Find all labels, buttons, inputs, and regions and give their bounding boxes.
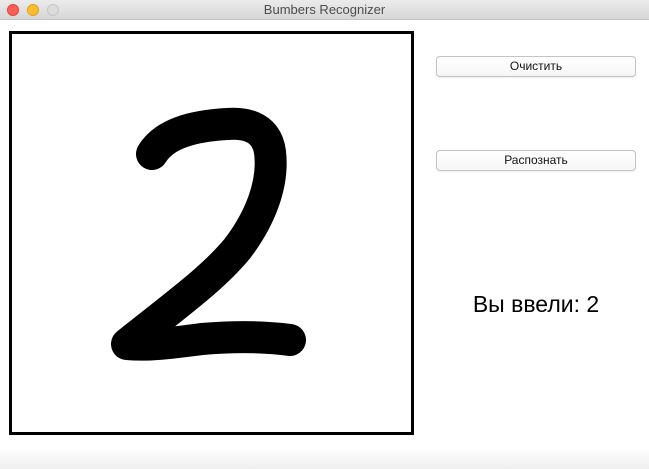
recognize-button[interactable]: Распознать [436, 150, 636, 171]
title-bar[interactable]: Bumbers Recognizer [0, 0, 649, 20]
window-bottom-bar [0, 447, 649, 469]
handwritten-digit-drawing [111, 107, 306, 361]
digit-stroke [111, 107, 306, 361]
app-window: Bumbers Recognizer Очистить Распознать В… [0, 0, 649, 469]
window-title: Bumbers Recognizer [263, 2, 386, 17]
recognition-result: Вы ввели: 2 [472, 291, 600, 317]
drawing-canvas[interactable] [9, 31, 414, 435]
clear-button[interactable]: Очистить [436, 56, 636, 77]
